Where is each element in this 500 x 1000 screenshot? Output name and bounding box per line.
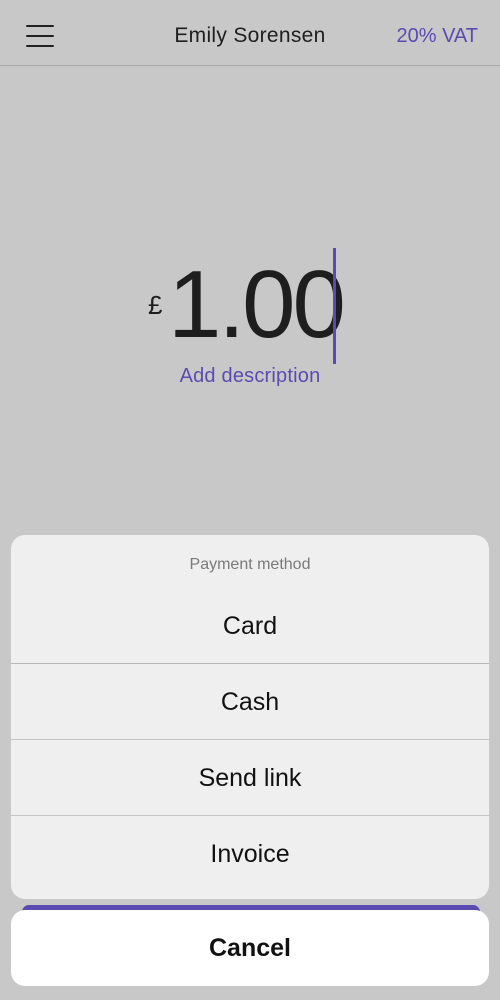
amount-display[interactable]: £ 1.00 — [0, 248, 500, 370]
payment-option-invoice[interactable]: Invoice — [11, 815, 489, 891]
payment-option-cash[interactable]: Cash — [11, 663, 489, 739]
payment-option-send-link[interactable]: Send link — [11, 739, 489, 815]
currency-symbol: £ — [148, 290, 163, 320]
payment-method-sheet: Payment method Card Cash Send link Invoi… — [11, 535, 489, 899]
amount-value: 1.00 — [168, 251, 346, 358]
cancel-button[interactable]: Cancel — [11, 910, 489, 986]
payment-option-card[interactable]: Card — [11, 589, 489, 663]
top-bar: Emily Sorensen 20% VAT — [0, 0, 500, 66]
vat-rate-button[interactable]: 20% VAT — [396, 25, 478, 48]
sheet-title: Payment method — [189, 556, 311, 573]
text-caret — [333, 248, 336, 364]
add-description-link[interactable]: Add description — [0, 365, 500, 388]
